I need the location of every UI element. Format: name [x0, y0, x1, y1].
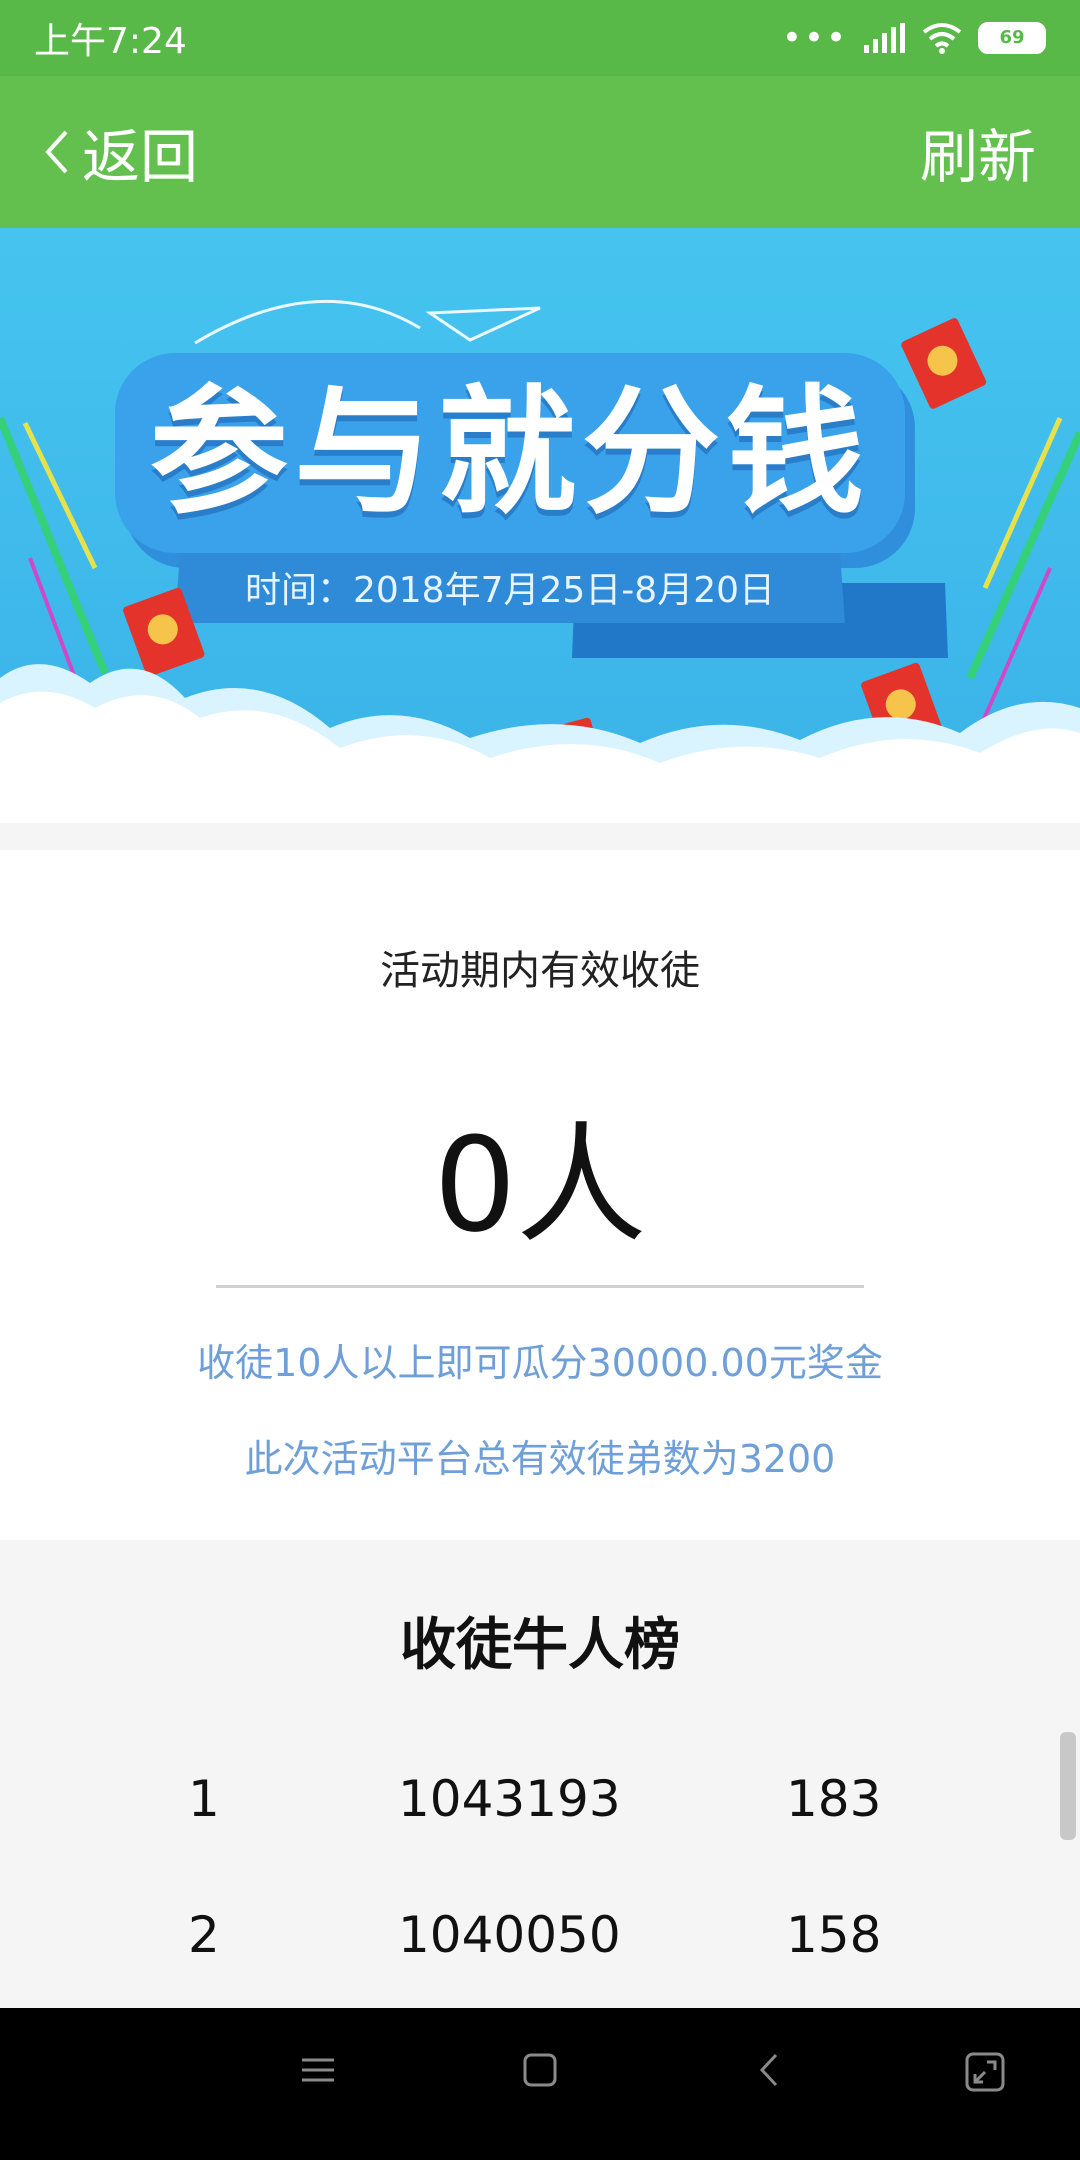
rank-count: 183 [786, 1770, 882, 1828]
refresh-button[interactable]: 刷新 [920, 110, 1036, 194]
battery-icon: 69 [978, 22, 1046, 54]
back-label: 返回 [82, 123, 199, 191]
platform-total-note: 此次活动平台总有效徒弟数为3200 [244, 1437, 836, 1481]
status-bar: 上午7:24 ••• 69 [0, 0, 1080, 76]
back-button[interactable]: 返回 [44, 110, 198, 194]
home-icon[interactable] [522, 2052, 558, 2088]
status-icons: ••• 69 [782, 18, 1046, 58]
rank-user-id: 1043193 [398, 1770, 621, 1828]
banner-date: 时间：2018年7月25日-8月20日 [244, 570, 776, 611]
title-bar: 返回 刷新 [0, 76, 1080, 228]
rank-number: 2 [188, 1906, 220, 1964]
reward-note: 收徒10人以上即可瓜分30000.00元奖金 [197, 1341, 883, 1385]
rank-user-id: 1040050 [398, 1906, 621, 1964]
promo-banner: 参与就分钱 时间：2018年7月25日-8月20日 [0, 228, 1080, 823]
system-nav-bar [0, 2008, 1080, 2160]
divider [216, 1285, 864, 1288]
wifi-icon [922, 23, 962, 54]
more-dots-icon: ••• [781, 18, 848, 58]
back-icon[interactable] [752, 2052, 788, 2088]
back-chevron-icon [45, 130, 68, 174]
rank-number: 1 [188, 1770, 220, 1828]
banner-headline: 参与就分钱 [149, 372, 870, 533]
recruit-count: 0人 [433, 1109, 647, 1261]
recents-icon[interactable] [965, 2052, 1005, 2092]
ranking-row: 1 1043193 183 [0, 1770, 1080, 1890]
menu-icon[interactable] [300, 2052, 336, 2088]
recruit-stats-card: 活动期内有效收徒 0人 收徒10人以上即可瓜分30000.00元奖金 此次活动平… [0, 850, 1080, 1540]
stats-label: 活动期内有效收徒 [380, 948, 700, 994]
status-time: 上午7:24 [34, 21, 187, 62]
signal-icon [864, 23, 905, 53]
battery-level: 69 [999, 27, 1025, 48]
ranking-title: 收徒牛人榜 [400, 1613, 680, 1678]
rank-count: 158 [786, 1906, 882, 1964]
scrollbar-thumb[interactable] [1060, 1732, 1076, 1840]
